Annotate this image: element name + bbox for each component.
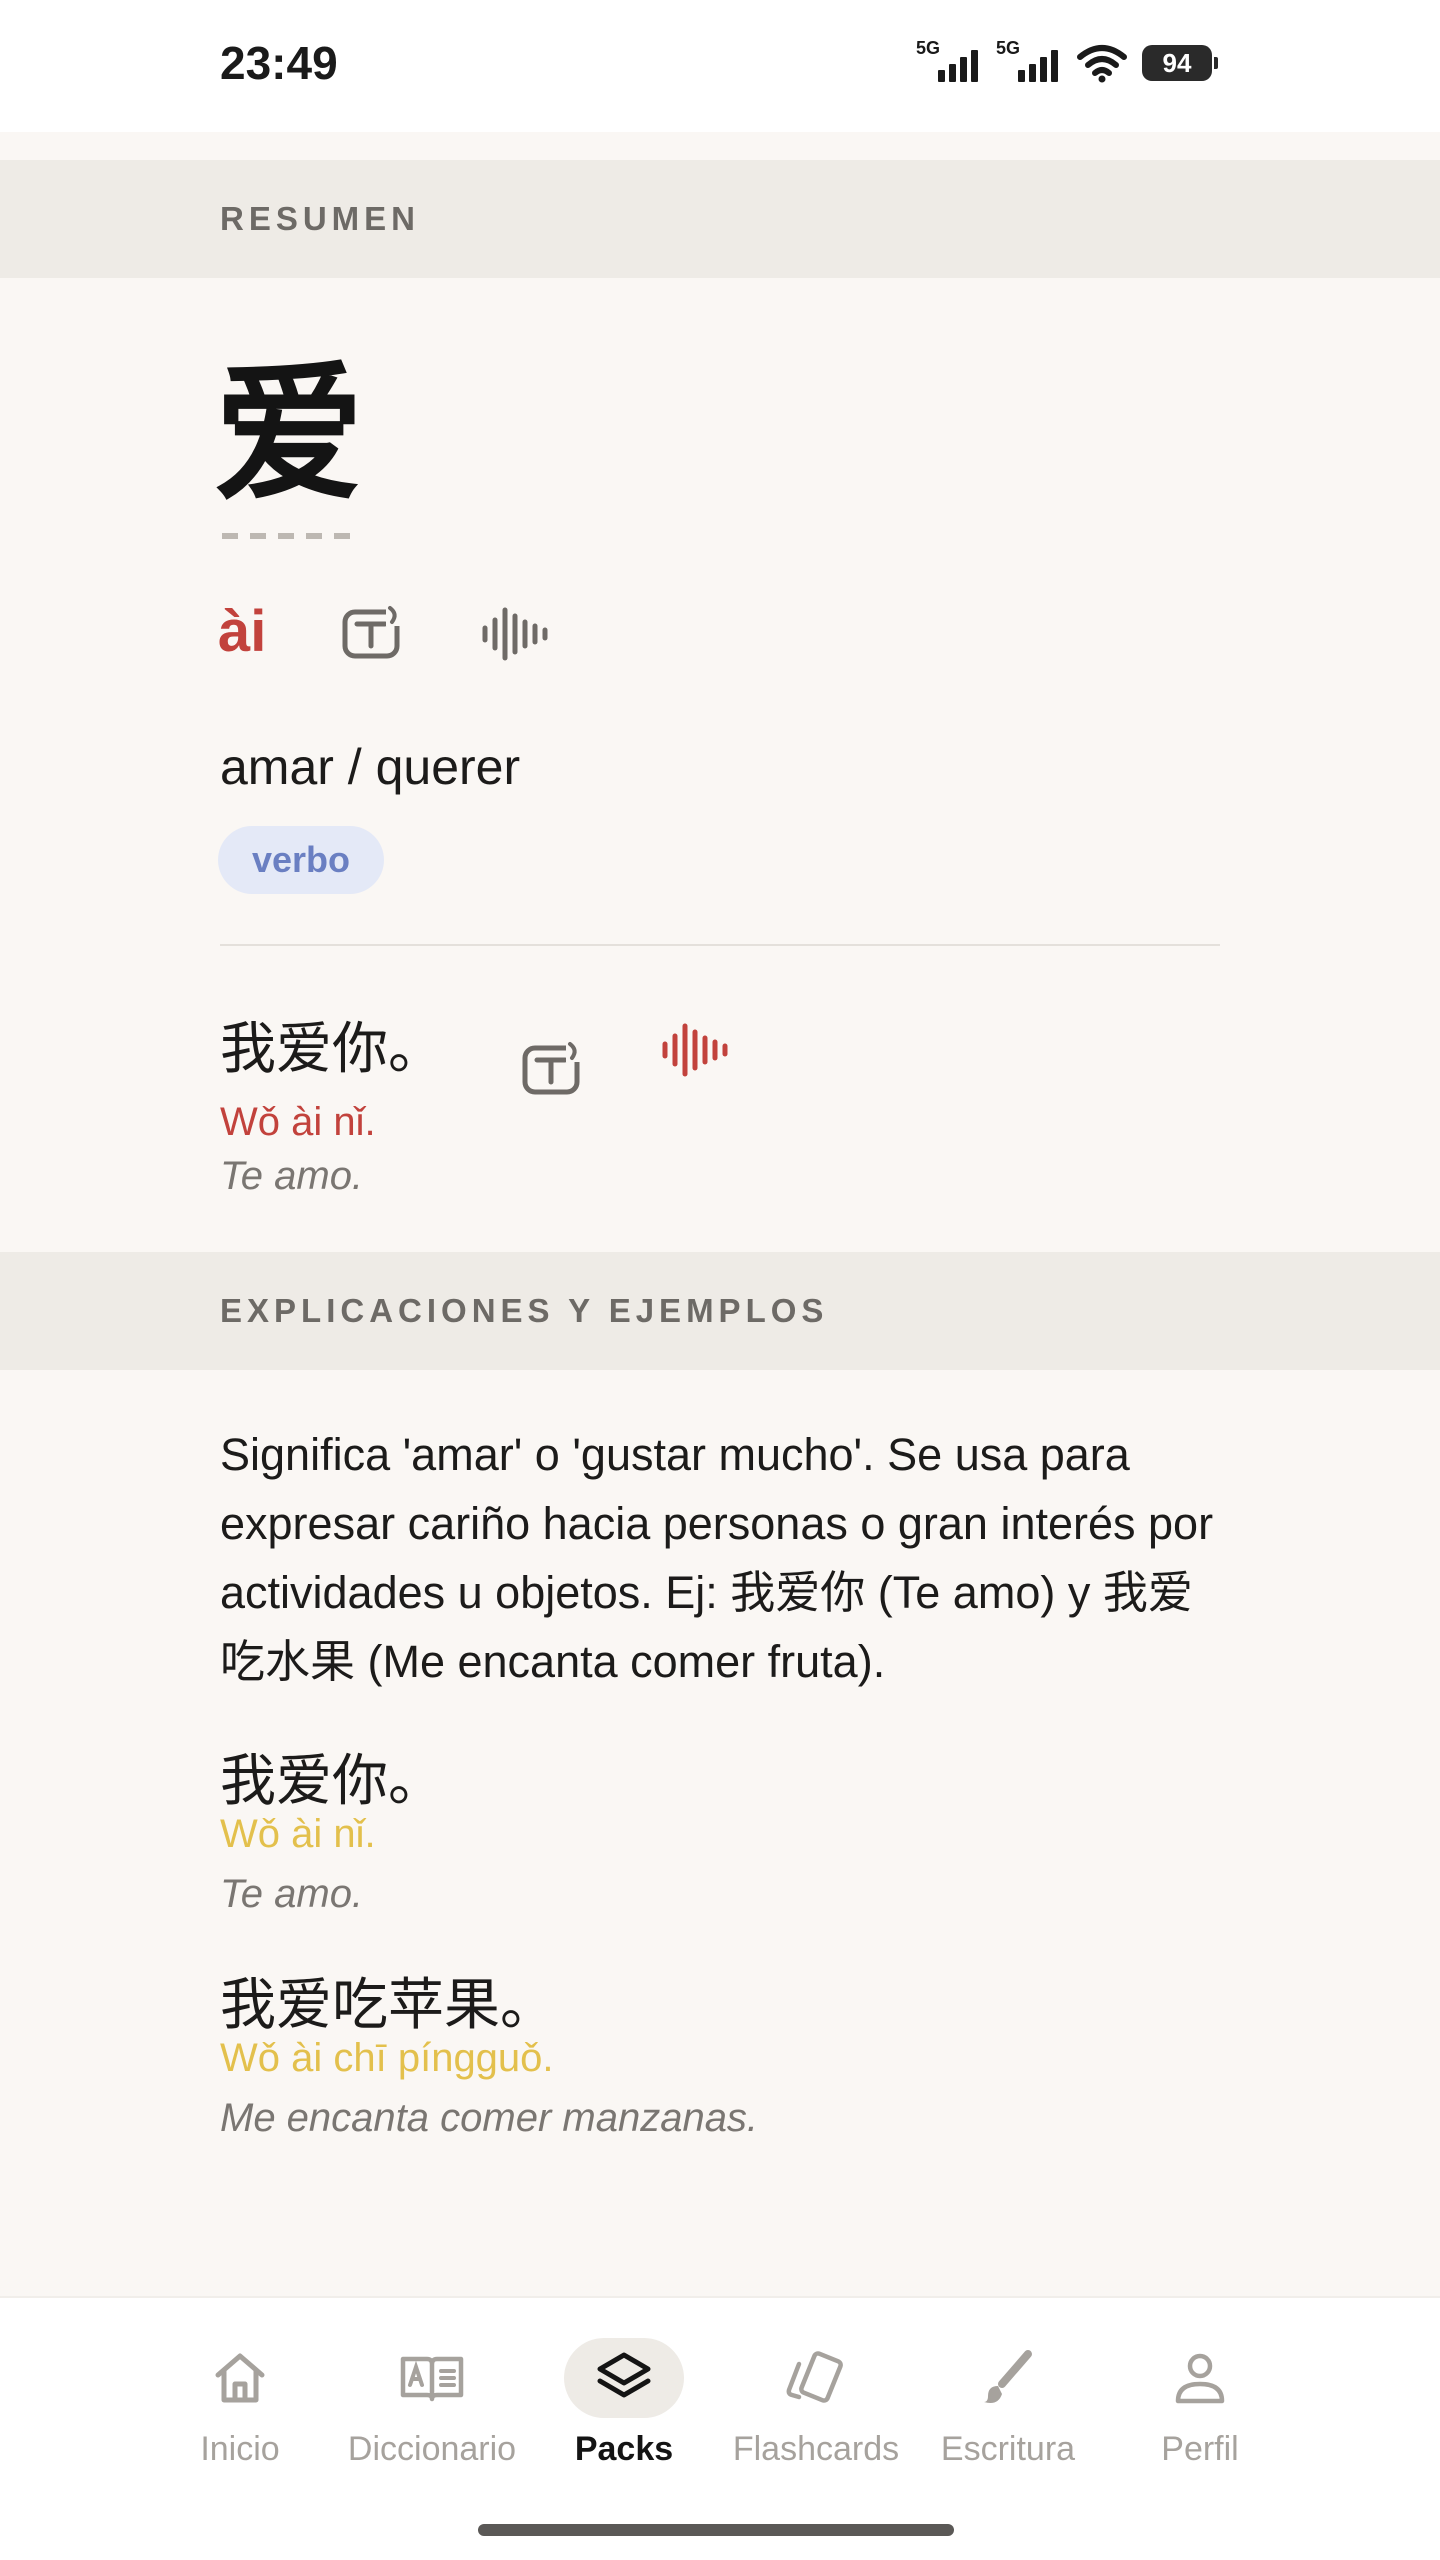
main-pinyin: ài (218, 599, 267, 664)
nav-item-diccionario[interactable]: Diccionario (332, 2338, 532, 2498)
audio-waveform-icon[interactable] (480, 606, 550, 662)
text-to-speech-icon[interactable] (342, 604, 406, 660)
part-of-speech-badge: verbo (218, 826, 385, 894)
nav-label: Packs (574, 2430, 674, 2468)
main-translation: amar / querer (220, 739, 521, 795)
signal-5g-icon: 5G (916, 38, 982, 86)
brush-icon (984, 2350, 1032, 2403)
summary-example-hanzi: 我爱你。 (220, 1017, 444, 1082)
status-bar: 23:49 5G 5G 94 (0, 0, 1440, 132)
bottom-navigation: Inicio Diccionario Packs Flashcards Escr… (0, 2296, 1440, 2560)
explanations-section-header: EXPLICACIONES Y EJEMPLOS (0, 1252, 1440, 1370)
dictionary-icon (400, 2356, 464, 2402)
wifi-icon (1077, 45, 1127, 83)
example-audio-waveform-icon[interactable] (660, 1022, 730, 1078)
home-icon (215, 2353, 265, 2403)
status-icons: 5G 5G 94 (916, 38, 1218, 86)
network-type-label: 5G (916, 38, 941, 58)
main-hanzi: 爱 (214, 348, 365, 522)
example-translation: Me encanta comer manzanas. (220, 2096, 759, 2140)
summary-section-title: RESUMEN (220, 200, 421, 237)
network-type-label: 5G (996, 38, 1021, 58)
summary-section-header: RESUMEN (0, 160, 1440, 278)
nav-item-escritura[interactable]: Escritura (908, 2338, 1108, 2498)
divider (220, 944, 1220, 946)
example-hanzi: 我爱吃苹果。 (220, 1973, 556, 2038)
example-hanzi: 我爱你。 (220, 1749, 444, 1814)
nav-label: Inicio (200, 2430, 280, 2468)
home-indicator[interactable] (478, 2524, 954, 2536)
nav-label: Flashcards (732, 2430, 900, 2468)
nav-item-inicio[interactable]: Inicio (140, 2338, 340, 2498)
signal-5g-icon: 5G (996, 38, 1062, 86)
example-pinyin: Wǒ ài nǐ. (220, 1812, 376, 1856)
explanations-section-title: EXPLICACIONES Y EJEMPLOS (220, 1292, 829, 1329)
cards-icon (786, 2351, 843, 2403)
example-pinyin: Wǒ ài chī píngguǒ. (220, 2036, 554, 2080)
nav-label: Escritura (940, 2430, 1076, 2468)
nav-label: Perfil (1161, 2430, 1239, 2468)
summary-example-translation: Te amo. (220, 1154, 364, 1198)
status-time: 23:49 (220, 37, 338, 89)
layers-icon (597, 2352, 651, 2398)
nav-item-flashcards[interactable]: Flashcards (716, 2338, 916, 2498)
nav-item-packs[interactable]: Packs (524, 2338, 724, 2498)
example-translation: Te amo. (220, 1872, 364, 1916)
person-icon (1175, 2353, 1225, 2404)
summary-example-pinyin: Wǒ ài nǐ. (220, 1100, 376, 1144)
nav-label: Diccionario (347, 2430, 517, 2468)
battery-icon: 94 (1142, 45, 1218, 81)
nav-item-perfil[interactable]: Perfil (1100, 2338, 1300, 2498)
stroke-order-indicator[interactable] (222, 533, 350, 539)
example-text-to-speech-icon[interactable] (522, 1040, 586, 1096)
explanation-text: Significa 'amar' o 'gustar mucho'. Se us… (220, 1429, 1214, 1687)
